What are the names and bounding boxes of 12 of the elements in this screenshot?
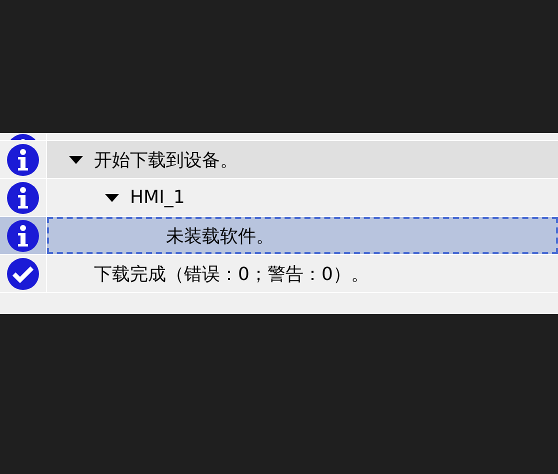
message-text: HMI_1 [130, 187, 185, 208]
info-icon [6, 218, 40, 252]
message-row[interactable]: 未装载软件。 [0, 217, 558, 255]
info-icon [6, 180, 40, 214]
message-text: 未装载软件。 [166, 224, 274, 248]
message-text: 下载完成（错误：0；警告：0）。 [94, 262, 369, 286]
message-text: 开始下载到设备。 [94, 148, 238, 172]
checkmark-icon [6, 256, 40, 290]
info-icon [6, 142, 40, 176]
collapse-caret-icon[interactable] [69, 156, 83, 164]
collapse-caret-icon[interactable] [105, 194, 119, 202]
message-row[interactable]: 下载完成（错误：0；警告：0）。 [0, 255, 558, 293]
